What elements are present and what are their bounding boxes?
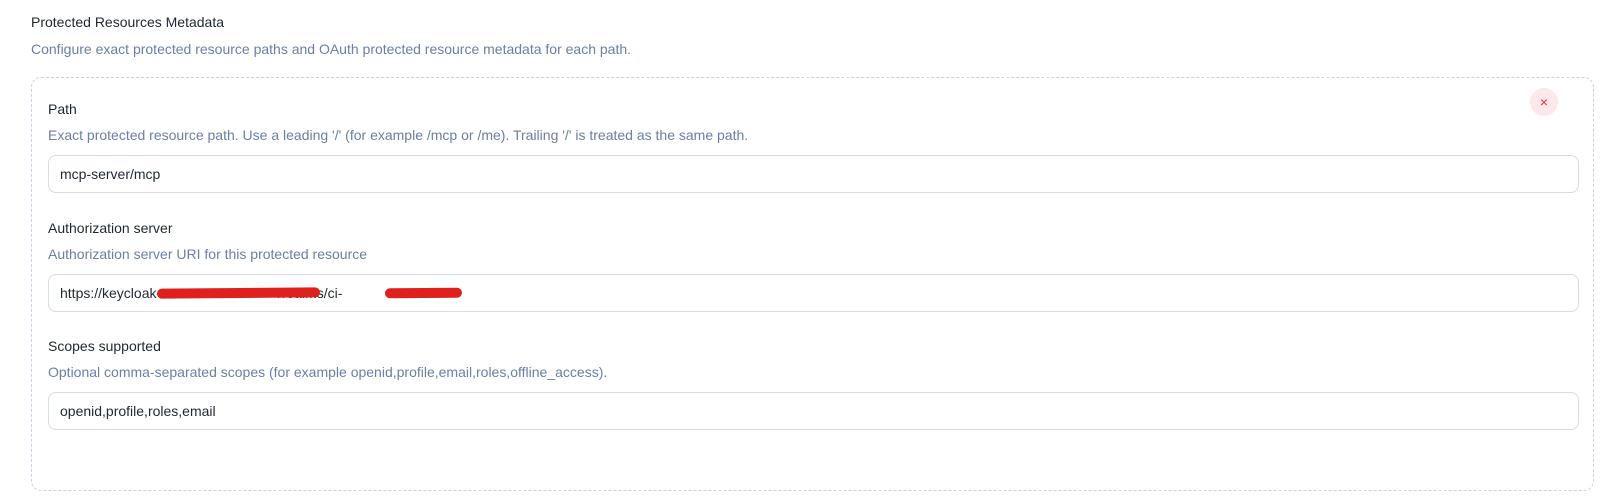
- path-label: Path: [48, 101, 77, 117]
- authorization-server-label: Authorization server: [48, 220, 173, 236]
- protected-resources-section: Protected Resources Metadata Configure e…: [0, 0, 1612, 500]
- authorization-server-help: Authorization server URI for this protec…: [48, 246, 368, 262]
- section-title: Protected Resources Metadata: [31, 14, 224, 30]
- scopes-label: Scopes supported: [48, 338, 161, 354]
- close-icon: ×: [1539, 94, 1549, 110]
- scopes-help: Optional comma-separated scopes (for exa…: [48, 364, 608, 380]
- remove-resource-button[interactable]: ×: [1530, 88, 1558, 116]
- path-help: Exact protected resource path. Use a lea…: [48, 127, 749, 143]
- path-input[interactable]: [48, 155, 1579, 193]
- redaction-mark: [384, 287, 463, 299]
- redaction-mark: [156, 287, 321, 299]
- scopes-input[interactable]: [48, 392, 1579, 430]
- section-description: Configure exact protected resource paths…: [31, 41, 632, 57]
